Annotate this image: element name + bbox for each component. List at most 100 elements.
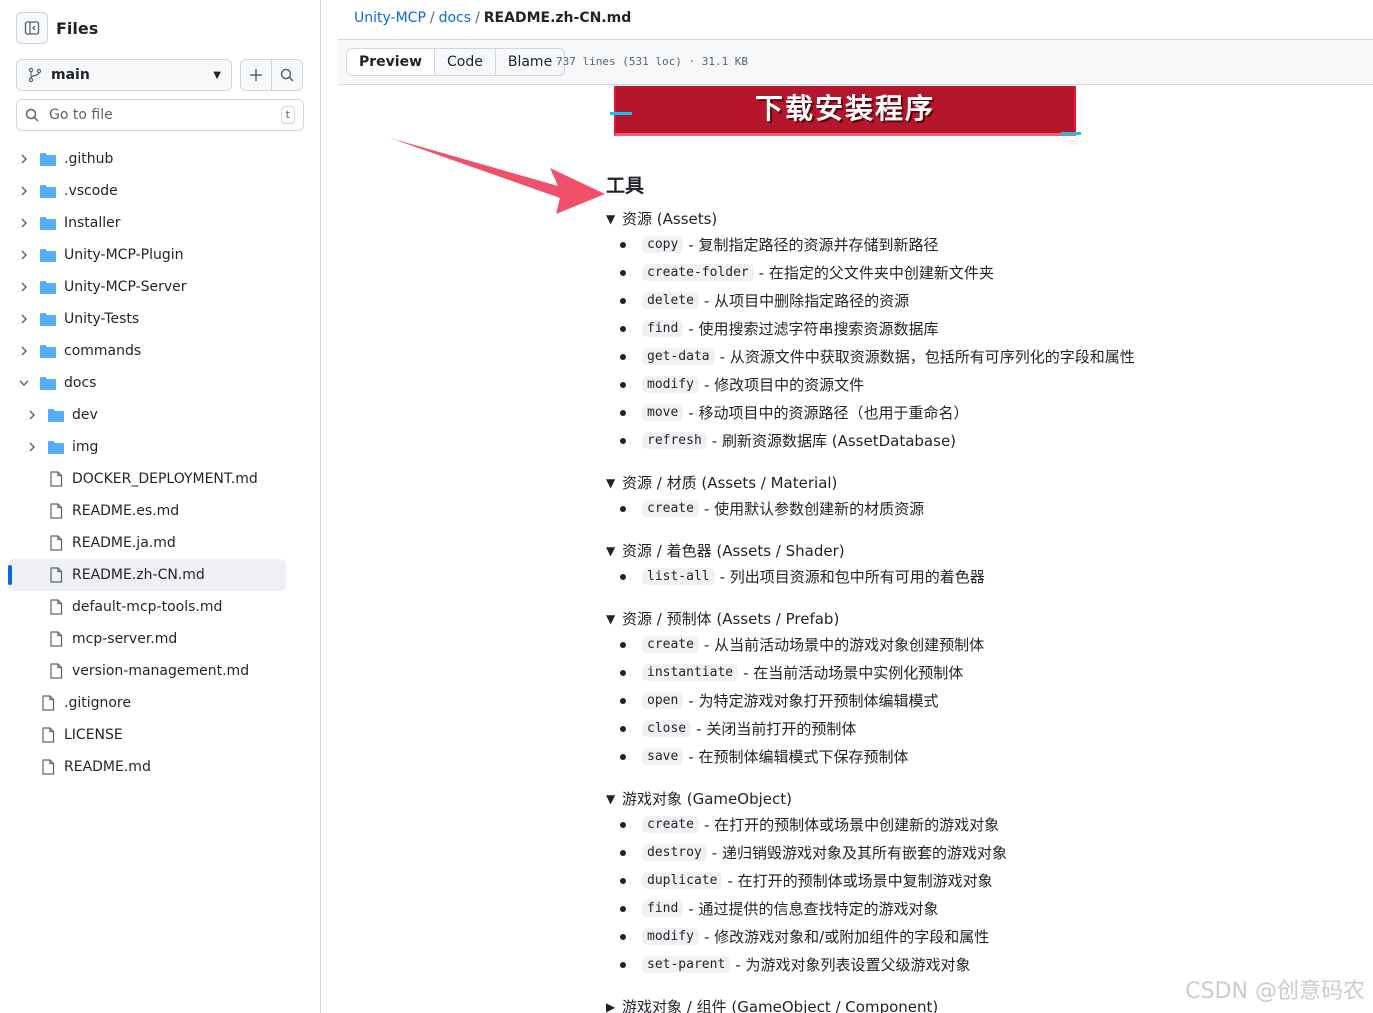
- chevron-right-icon[interactable]: [24, 409, 40, 421]
- tree-folder-item[interactable]: Unity-Tests: [0, 303, 320, 335]
- category-title: 游戏对象 / 组件 (GameObject / Component): [622, 998, 939, 1013]
- tree-file-item[interactable]: LICENSE: [0, 719, 320, 751]
- chevron-right-icon[interactable]: [24, 441, 40, 453]
- tree-item-label: README.md: [64, 759, 151, 775]
- tool-description: - 列出项目资源和包中所有可用的着色器: [719, 567, 985, 586]
- download-installer-banner-image[interactable]: 下载安装程序: [614, 86, 1076, 136]
- tool-description: - 从资源文件中获取资源数据，包括所有可序列化的字段和属性: [719, 347, 1135, 366]
- chevron-right-icon[interactable]: [16, 217, 32, 229]
- tree-item-label: .vscode: [64, 183, 118, 199]
- file-icon: [48, 663, 64, 679]
- file-icon: [48, 471, 64, 487]
- chevron-down-icon[interactable]: [16, 377, 32, 389]
- tree-folder-item[interactable]: docs: [0, 367, 320, 399]
- shortcut-hint: t: [280, 106, 295, 124]
- category-summary-toggle[interactable]: ▼ 资源 / 预制体 (Assets / Prefab): [606, 608, 1306, 630]
- tab-code[interactable]: Code: [435, 49, 496, 75]
- breadcrumb-folder-link[interactable]: docs: [439, 10, 471, 26]
- tree-folder-item[interactable]: .vscode: [0, 175, 320, 207]
- folder-icon: [40, 247, 56, 263]
- tool-name-code: instantiate: [642, 663, 739, 681]
- chevron-right-icon[interactable]: [16, 249, 32, 261]
- tree-file-item[interactable]: README.zh-CN.md: [8, 559, 286, 591]
- triangle-down-icon: ▼: [606, 792, 616, 806]
- tree-folder-item[interactable]: Unity-MCP-Server: [0, 271, 320, 303]
- tool-category: ▼ 资源 / 预制体 (Assets / Prefab) create - 从当前活动…: [606, 608, 1306, 770]
- tool-description: - 关闭当前打开的预制体: [696, 719, 857, 738]
- list-item: save - 在预制体编辑模式下保存预制体: [606, 742, 1306, 770]
- tool-description: - 使用默认参数创建新的材质资源: [703, 499, 925, 518]
- tool-name-code: close: [642, 719, 692, 737]
- list-item: find - 通过提供的信息查找特定的游戏对象: [606, 894, 1306, 922]
- category-summary-toggle[interactable]: ▼ 资源 (Assets): [606, 208, 1306, 230]
- tree-folder-item[interactable]: dev: [0, 399, 320, 431]
- list-item: duplicate - 在打开的预制体或场景中复制游戏对象: [606, 866, 1306, 894]
- list-item: delete - 从项目中删除指定路径的资源: [606, 286, 1306, 314]
- tree-file-item[interactable]: README.md: [0, 751, 320, 783]
- folder-icon: [40, 343, 56, 359]
- list-item: create-folder - 在指定的父文件夹中创建新文件夹: [606, 258, 1306, 286]
- tool-name-code: get-data: [642, 347, 715, 365]
- tree-folder-item[interactable]: Unity-MCP-Plugin: [0, 239, 320, 271]
- list-item: get-data - 从资源文件中获取资源数据，包括所有可序列化的字段和属性: [606, 342, 1306, 370]
- tree-item-label: LICENSE: [64, 727, 123, 743]
- tree-item-label: docs: [64, 375, 97, 391]
- tool-list: create - 使用默认参数创建新的材质资源: [606, 494, 1306, 522]
- banner-text: 下载安装程序: [754, 91, 935, 125]
- folder-icon: [48, 439, 64, 455]
- tool-description: - 在打开的预制体或场景中创建新的游戏对象: [703, 815, 1000, 834]
- tree-file-item[interactable]: README.es.md: [0, 495, 320, 527]
- go-to-file-input[interactable]: Go to file t: [16, 99, 304, 131]
- tab-blame[interactable]: Blame: [496, 49, 564, 75]
- tree-file-item[interactable]: .gitignore: [0, 687, 320, 719]
- tree-file-item[interactable]: version-management.md: [0, 655, 320, 687]
- chevron-right-icon[interactable]: [16, 153, 32, 165]
- list-item: modify - 修改项目中的资源文件: [606, 370, 1306, 398]
- list-item: destroy - 递归销毁游戏对象及其所有嵌套的游戏对象: [606, 838, 1306, 866]
- tree-folder-item[interactable]: .github: [0, 143, 320, 175]
- tree-item-label: img: [72, 439, 99, 455]
- tab-preview[interactable]: Preview: [347, 49, 436, 75]
- category-summary-toggle[interactable]: ▼ 资源 / 材质 (Assets / Material): [606, 472, 1306, 494]
- tool-name-code: list-all: [642, 567, 715, 585]
- tree-file-item[interactable]: README.ja.md: [0, 527, 320, 559]
- chevron-right-icon[interactable]: [16, 345, 32, 357]
- git-branch-icon: [28, 67, 42, 83]
- tree-item-label: default-mcp-tools.md: [72, 599, 223, 615]
- tree-folder-item[interactable]: img: [0, 431, 320, 463]
- tree-file-item[interactable]: default-mcp-tools.md: [0, 591, 320, 623]
- search-icon: [280, 68, 294, 82]
- collapse-sidebar-button[interactable]: [16, 12, 48, 44]
- list-item: list-all - 列出项目资源和包中所有可用的着色器: [606, 562, 1306, 590]
- file-icon: [40, 695, 56, 711]
- file-icon: [48, 631, 64, 647]
- tree-folder-item[interactable]: commands: [0, 335, 320, 367]
- file-icon: [48, 503, 64, 519]
- branch-selector[interactable]: main ▼: [16, 59, 232, 91]
- chevron-right-icon[interactable]: [16, 313, 32, 325]
- tool-description: - 修改项目中的资源文件: [703, 375, 865, 394]
- tools-section: 工具 ▼ 资源 (Assets) copy - 复制指定路径的资源并存储到新路径 crea…: [606, 172, 1306, 1013]
- category-title: 资源 (Assets): [622, 210, 718, 228]
- breadcrumb-repo-link[interactable]: Unity-MCP: [354, 10, 426, 26]
- tool-name-code: duplicate: [642, 871, 723, 889]
- tree-file-item[interactable]: DOCKER_DEPLOYMENT.md: [0, 463, 320, 495]
- watermark: CSDN @创意码农: [1185, 979, 1365, 1004]
- folder-icon: [40, 279, 56, 295]
- tool-name-code: delete: [642, 291, 699, 309]
- category-summary-toggle[interactable]: ▼ 资源 / 着色器 (Assets / Shader): [606, 540, 1306, 562]
- tree-file-item[interactable]: mcp-server.md: [0, 623, 320, 655]
- tree-item-label: .github: [64, 151, 114, 167]
- search-files-button[interactable]: [271, 59, 303, 91]
- chevron-right-icon[interactable]: [16, 281, 32, 293]
- category-summary-toggle[interactable]: ▼ 游戏对象 (GameObject): [606, 788, 1306, 810]
- file-viewer: Unity-MCP / docs / README.zh-CN.md Preview C…: [338, 0, 1373, 1013]
- tool-name-code: modify: [642, 927, 699, 945]
- tool-name-code: save: [642, 747, 684, 765]
- chevron-right-icon[interactable]: [16, 185, 32, 197]
- add-file-button[interactable]: [240, 59, 272, 91]
- file-icon: [48, 535, 64, 551]
- tree-folder-item[interactable]: Installer: [0, 207, 320, 239]
- list-item: find - 使用搜索过滤字符串搜索资源数据库: [606, 314, 1306, 342]
- tree-item-label: mcp-server.md: [72, 631, 178, 647]
